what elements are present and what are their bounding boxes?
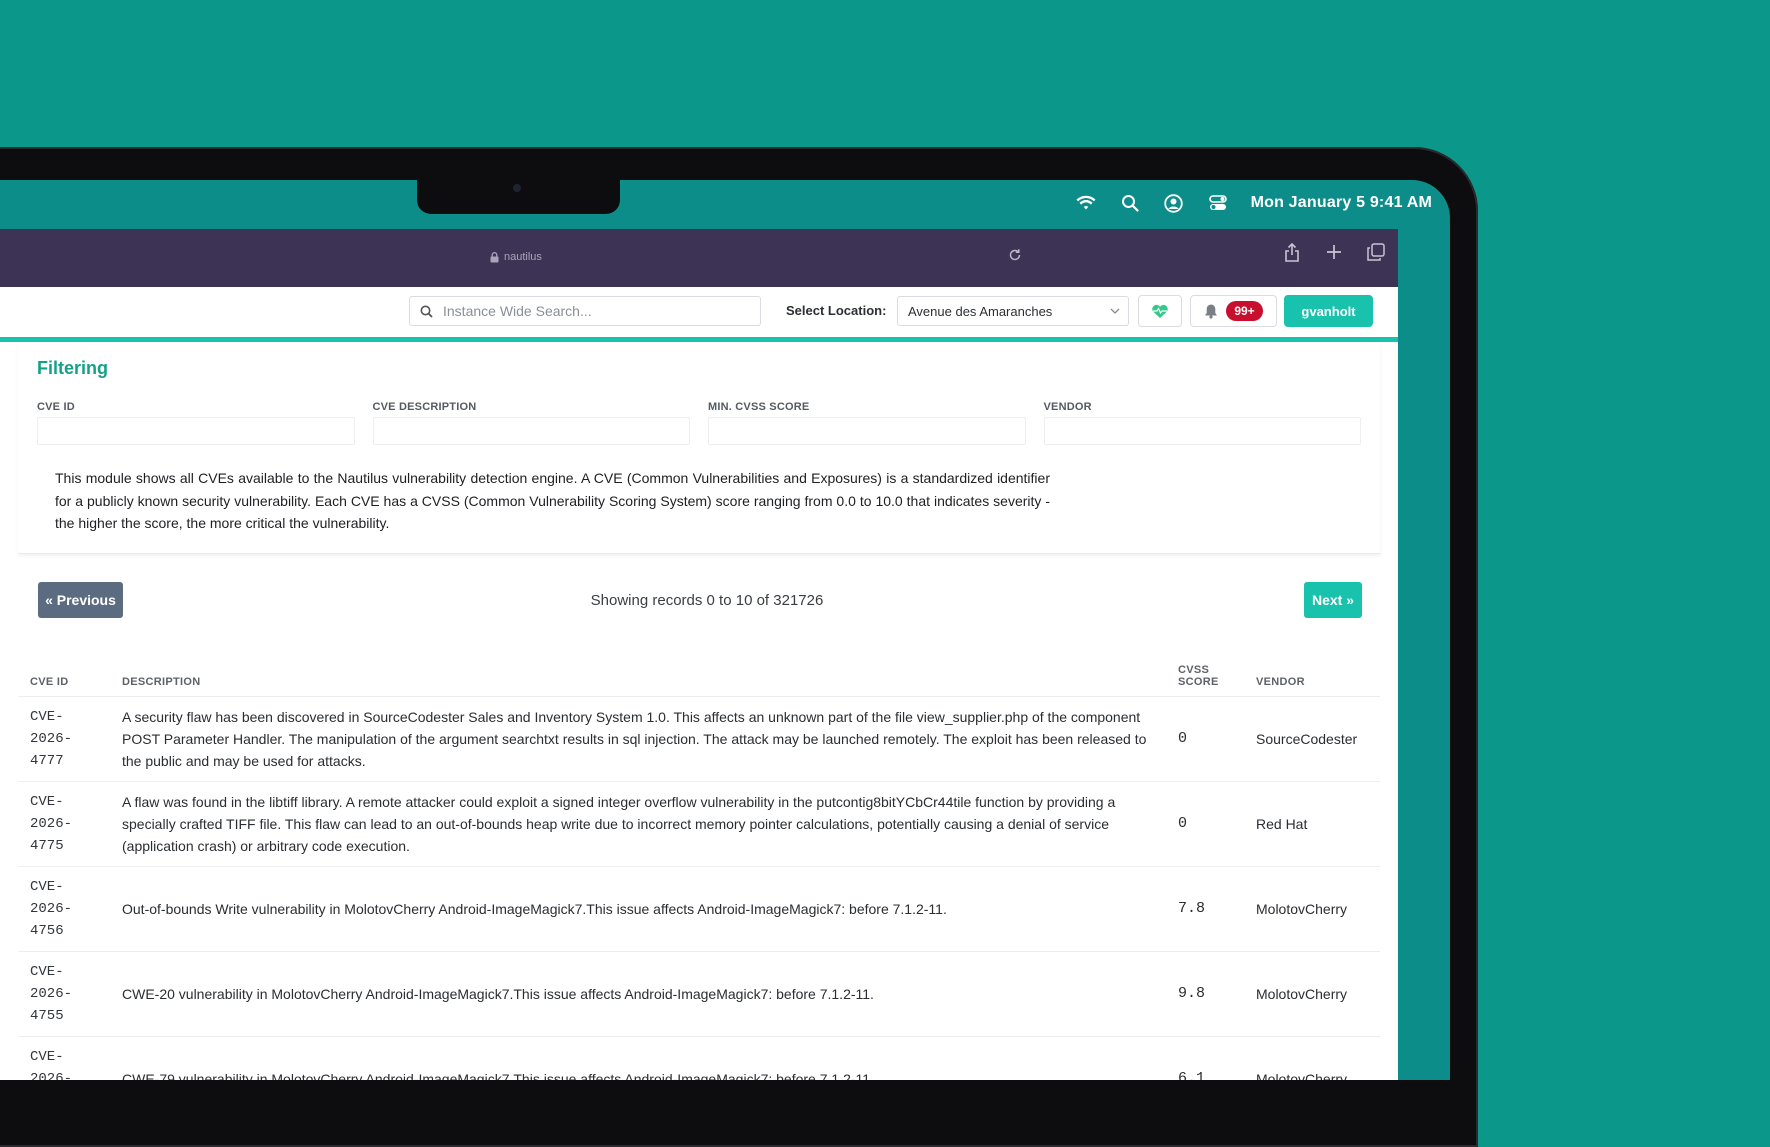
cve-id-cell: CVE-2026-4775 (18, 781, 110, 867)
system-menu-bar: Mon January 5 9:41 AM (1075, 180, 1450, 226)
filter-min-cvss: MIN. CVSS SCORE (708, 401, 1026, 445)
vendor-cell: MolotovCherry (1244, 1036, 1380, 1080)
filter-vendor-label: VENDOR (1043, 401, 1092, 413)
vendor-cell: Red Hat (1244, 781, 1380, 867)
instance-search[interactable] (409, 296, 761, 326)
notifications-button[interactable]: 99+ (1190, 295, 1277, 327)
camera-notch (417, 176, 620, 214)
col-vendor[interactable]: VENDOR (1244, 655, 1380, 697)
vendor-cell: MolotovCherry (1244, 866, 1380, 952)
app-header: Select Location: Avenue des Amaranches 9… (0, 287, 1398, 342)
pagination-bar: « Previous Showing records 0 to 10 of 32… (18, 554, 1380, 640)
description-cell: A flaw was found in the libtiff library.… (110, 781, 1166, 867)
filter-vendor: VENDOR (1043, 401, 1361, 445)
vendor-cell: SourceCodester (1244, 696, 1380, 782)
camera-icon (513, 184, 521, 192)
table-row[interactable]: CVE-2026-4754 CWE-79 vulnerability in Mo… (18, 1036, 1380, 1080)
cvss-score-cell: 9.8 (1166, 951, 1244, 1037)
cvss-score-cell: 0 (1166, 781, 1244, 867)
cvss-score-cell: 7.8 (1166, 866, 1244, 952)
description-cell: CWE-79 vulnerability in MolotovCherry An… (110, 1036, 1166, 1080)
vendor-cell: MolotovCherry (1244, 951, 1380, 1037)
filtering-panel: Filtering CVE ID CVE DESCRIPTION MIN. CV… (18, 342, 1380, 554)
cve-id-cell: CVE-2026-4777 (18, 696, 110, 782)
filter-min-cvss-label: MIN. CVSS SCORE (708, 401, 810, 413)
filtering-title: Filtering (37, 358, 108, 378)
module-description: This module shows all CVEs available to … (55, 470, 1050, 531)
col-cve-id[interactable]: CVE ID (18, 655, 110, 697)
location-label: Select Location: (786, 303, 887, 318)
next-page-button[interactable]: Next » (1304, 581, 1362, 618)
heartbeat-icon (1152, 304, 1168, 318)
filter-cve-description: CVE DESCRIPTION (372, 401, 690, 445)
search-icon (420, 305, 433, 318)
col-description[interactable]: DESCRIPTION (110, 655, 1166, 697)
search-icon[interactable] (1119, 192, 1141, 214)
table-header-row: CVE ID DESCRIPTION CVSS SCORE VENDOR (18, 655, 1380, 697)
browser-window: nautilus Select Loca (0, 229, 1398, 1080)
location-value: Avenue des Amaranches (908, 303, 1053, 319)
reload-icon[interactable] (1008, 248, 1022, 267)
min-cvss-input[interactable] (708, 417, 1026, 445)
table-row[interactable]: CVE-2026-4756 Out-of-bounds Write vulner… (18, 866, 1380, 952)
browser-toolbar: nautilus (0, 229, 1398, 287)
cve-description-input[interactable] (372, 417, 690, 445)
chevron-down-icon (1110, 308, 1120, 314)
vendor-input[interactable] (1043, 417, 1361, 445)
cve-id-cell: CVE-2026-4755 (18, 951, 110, 1037)
browser-actions (1282, 242, 1386, 262)
description-cell: A security flaw has been discovered in S… (110, 696, 1166, 782)
cvss-score-cell: 6.1 (1166, 1036, 1244, 1080)
location-select[interactable]: Avenue des Amaranches (897, 296, 1129, 326)
filter-description-label: CVE DESCRIPTION (372, 401, 477, 413)
table-row[interactable]: CVE-2026-4755 CWE-20 vulnerability in Mo… (18, 951, 1380, 1037)
description-cell: CWE-20 vulnerability in MolotovCherry An… (110, 951, 1166, 1037)
health-status-button[interactable] (1138, 295, 1182, 327)
address-bar[interactable]: nautilus (490, 251, 542, 263)
cvss-score-cell: 0 (1166, 696, 1244, 782)
laptop-screen: Mon January 5 9:41 AM nautilus Instance … (0, 180, 1450, 1080)
cve-id-cell: CVE-2026-4754 (18, 1036, 110, 1080)
bell-icon (1205, 304, 1218, 319)
share-icon[interactable] (1282, 242, 1302, 262)
user-account-icon[interactable] (1163, 192, 1185, 214)
col-cvss-score[interactable]: CVSS SCORE (1166, 655, 1244, 697)
filter-cve-id: CVE ID (37, 401, 355, 445)
lock-icon (490, 251, 499, 262)
tabs-overview-icon[interactable] (1366, 242, 1386, 262)
table-row[interactable]: CVE-2026-4775 A flaw was found in the li… (18, 781, 1380, 867)
search-input[interactable] (441, 302, 745, 320)
url-text: nautilus (504, 251, 542, 263)
main-content: Filtering CVE ID CVE DESCRIPTION MIN. CV… (0, 342, 1398, 1080)
records-info: Showing records 0 to 10 of 321726 (590, 591, 824, 609)
cve-id-input[interactable] (37, 417, 355, 445)
notification-count-badge: 99+ (1226, 301, 1263, 321)
filter-cve-id-label: CVE ID (37, 401, 75, 413)
menubar-clock: Mon January 5 9:41 AM (1250, 194, 1432, 211)
description-cell: Out-of-bounds Write vulnerability in Mol… (110, 866, 1166, 952)
user-menu-button[interactable]: gvanholt (1284, 295, 1373, 327)
new-tab-icon[interactable] (1324, 242, 1344, 262)
wifi-icon[interactable] (1075, 192, 1097, 214)
table-row[interactable]: CVE-2026-4777 A security flaw has been d… (18, 696, 1380, 782)
filter-fields: CVE ID CVE DESCRIPTION MIN. CVSS SCORE V… (37, 401, 1361, 445)
cve-table: CVE ID DESCRIPTION CVSS SCORE VENDOR CVE… (18, 655, 1380, 1080)
control-center-icon[interactable] (1207, 192, 1229, 214)
cve-id-cell: CVE-2026-4756 (18, 866, 110, 952)
